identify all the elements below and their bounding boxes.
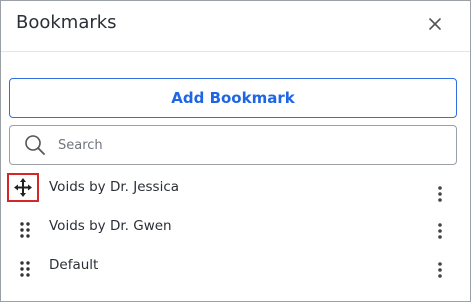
drag-handle-icon[interactable] xyxy=(14,219,36,241)
bookmark-label: Voids by Dr. Gwen xyxy=(49,218,172,234)
bookmarks-panel: Bookmarks Add Bookmark Search Voids by D… xyxy=(0,0,471,302)
bookmark-label: Default xyxy=(49,257,99,273)
bookmark-row[interactable]: Voids by Dr. Gwen xyxy=(1,212,470,248)
bookmark-row[interactable]: Default xyxy=(1,251,470,287)
close-icon[interactable] xyxy=(423,12,447,36)
drag-handle-icon[interactable] xyxy=(14,258,36,280)
panel-header: Bookmarks xyxy=(1,1,470,52)
kebab-menu-icon[interactable] xyxy=(431,183,449,205)
bookmark-label: Voids by Dr. Jessica xyxy=(49,179,180,195)
kebab-menu-icon[interactable] xyxy=(431,220,449,242)
panel-title: Bookmarks xyxy=(16,12,117,33)
add-bookmark-button[interactable]: Add Bookmark xyxy=(9,78,457,118)
kebab-menu-icon[interactable] xyxy=(431,259,449,281)
search-box xyxy=(9,125,457,165)
bookmark-row[interactable]: Voids by Dr. Jessica xyxy=(1,173,470,209)
search-icon xyxy=(24,134,46,156)
move-arrows-icon[interactable] xyxy=(7,173,39,202)
search-input[interactable] xyxy=(56,133,440,157)
